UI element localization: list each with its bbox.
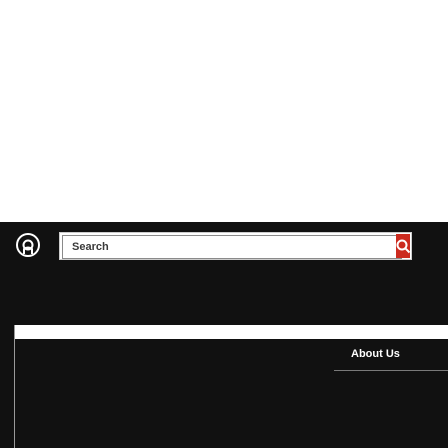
about-us-rule xyxy=(334,370,448,371)
search-bar: Search xyxy=(59,232,412,260)
search-input[interactable]: Search xyxy=(62,235,402,259)
search-icon xyxy=(396,239,411,254)
top-header: Search xyxy=(0,222,448,270)
page: Search About Us xyxy=(0,0,448,448)
footer-divider xyxy=(14,325,15,448)
hero-band xyxy=(0,270,448,325)
search-button[interactable] xyxy=(396,234,411,258)
about-us-heading: About Us xyxy=(351,348,400,360)
ring-logo-icon[interactable] xyxy=(14,231,42,259)
footer-left-strip xyxy=(0,325,14,448)
